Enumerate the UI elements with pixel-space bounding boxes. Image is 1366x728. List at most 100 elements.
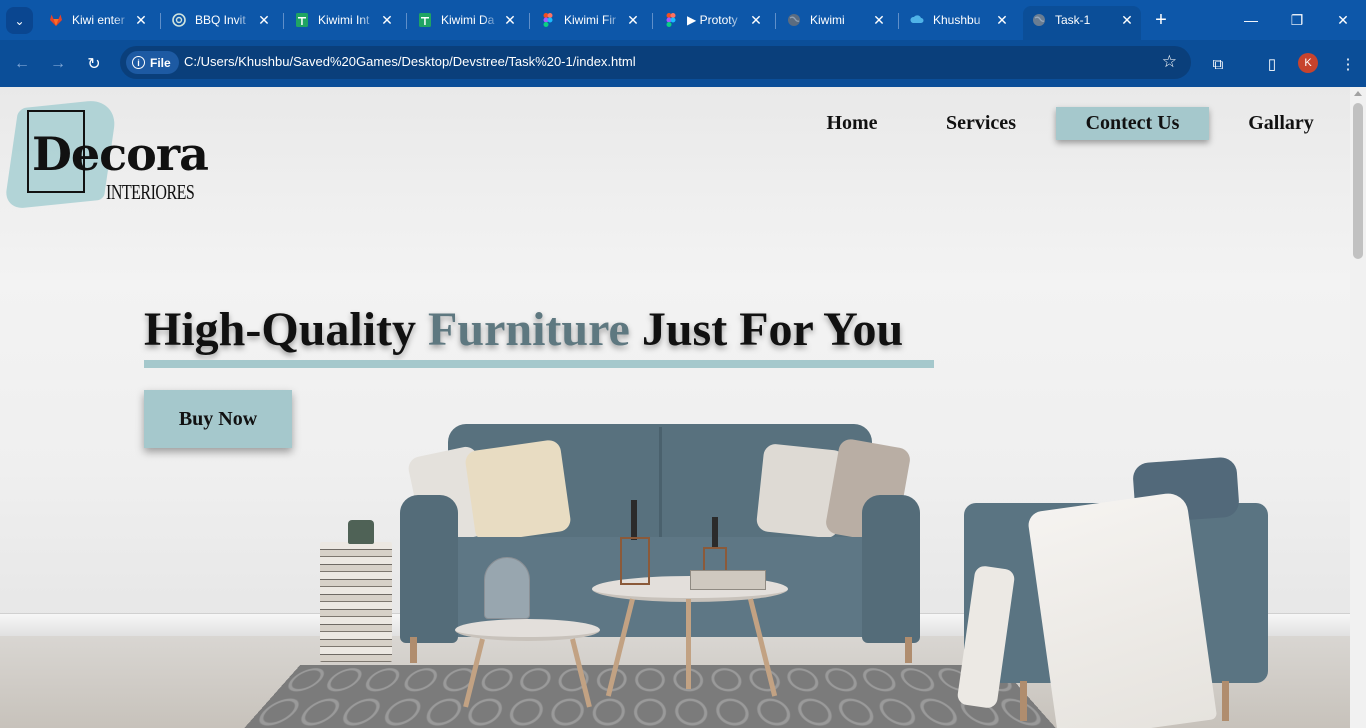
tab-task-1[interactable]: Task-1 ✕ <box>1023 6 1141 40</box>
scrollbar[interactable] <box>1350 87 1366 728</box>
globe-icon <box>786 12 802 28</box>
arrow-left-icon: ← <box>14 55 30 72</box>
candle <box>712 517 718 547</box>
nav-home[interactable]: Home <box>812 107 892 140</box>
openai-icon <box>171 12 187 28</box>
gitlab-icon <box>48 12 64 28</box>
logo-subtitle: INTERIORES <box>106 182 195 205</box>
pillow <box>464 438 572 544</box>
minimize-button[interactable]: — <box>1228 0 1274 40</box>
tab-title: Kiwimi <box>810 13 845 27</box>
tab-bbq-invite[interactable]: BBQ Invit ✕ <box>163 6 278 34</box>
more-vert-icon: ⋮ <box>1340 56 1356 73</box>
sheets-icon <box>294 12 310 28</box>
tab-kiwi-enter[interactable]: Kiwi enter ✕ <box>40 6 155 34</box>
close-icon[interactable]: ✕ <box>131 10 151 30</box>
close-icon[interactable]: ✕ <box>992 10 1012 30</box>
sofa-leg <box>905 637 912 663</box>
hero-title-part2: Just For You <box>629 303 904 356</box>
chip-label: File <box>150 55 171 70</box>
tab-title: Khushbu <box>933 13 981 27</box>
sheets-icon <box>417 12 433 28</box>
plus-icon: + <box>1155 8 1167 31</box>
nav-services[interactable]: Services <box>932 107 1030 140</box>
table-leg <box>686 599 691 689</box>
side-table <box>455 619 600 641</box>
close-icon[interactable]: ✕ <box>746 10 766 30</box>
close-icon[interactable]: ✕ <box>869 10 889 30</box>
restore-icon: ❐ <box>1290 11 1304 28</box>
sofa-arm <box>862 495 920 643</box>
restore-button[interactable]: ❐ <box>1274 0 1320 40</box>
close-icon[interactable]: ✕ <box>623 10 643 30</box>
tab-strip: ⌄ Kiwi enter ✕ BBQ Invit ✕ Kiwimi Int ✕ … <box>0 0 1366 40</box>
tab-title: Task-1 <box>1055 13 1091 27</box>
close-icon[interactable]: ✕ <box>500 10 520 30</box>
tab-prototype[interactable]: ▶ Prototy ✕ <box>655 6 770 34</box>
tab-title: Kiwi enter <box>72 13 125 27</box>
tab-title: Kiwimi Da <box>441 13 495 27</box>
throw-blanket <box>1026 490 1218 728</box>
rug <box>234 665 1066 728</box>
tab-kiwimi-fir[interactable]: Kiwimi Fir ✕ <box>532 6 647 34</box>
close-icon: ✕ <box>1337 11 1349 28</box>
buy-now-button[interactable]: Buy Now <box>144 390 292 448</box>
jar <box>348 520 374 544</box>
url-text[interactable]: C:/Users/Khushbu/Saved%20Games/Desktop/D… <box>184 54 636 69</box>
tab-search-button[interactable]: ⌄ <box>6 7 33 34</box>
browser-toolbar: ← → ↻ i File C:/Users/Khushbu/Saved%20Ga… <box>0 40 1366 87</box>
close-icon[interactable]: ✕ <box>1117 10 1137 30</box>
address-bar[interactable]: i File C:/Users/Khushbu/Saved%20Games/De… <box>120 46 1191 79</box>
forward-button[interactable]: → <box>45 51 71 77</box>
globe-icon <box>1031 12 1047 28</box>
chair-leg <box>1020 681 1027 721</box>
chair-leg <box>1222 681 1229 721</box>
close-icon[interactable]: ✕ <box>377 10 397 30</box>
reload-icon: ↻ <box>87 56 101 73</box>
figma-icon <box>663 12 679 28</box>
logo-wordmark: Decora <box>32 127 209 181</box>
close-window-button[interactable]: ✕ <box>1320 0 1366 40</box>
site-info-chip[interactable]: i File <box>126 51 179 74</box>
nav-gallery[interactable]: Gallary <box>1237 107 1325 140</box>
cloud-icon <box>909 12 925 28</box>
reload-button[interactable]: ↻ <box>81 51 107 77</box>
hero-underline <box>144 360 934 368</box>
tab-title: Kiwimi Fir <box>564 13 616 27</box>
star-icon[interactable]: ☆ <box>1162 52 1177 72</box>
back-button[interactable]: ← <box>9 51 35 77</box>
tab-title: BBQ Invit <box>195 13 246 27</box>
hero-title-part1: High-Quality <box>144 303 429 356</box>
hero-title-accent: Furniture <box>428 303 630 356</box>
candle <box>631 500 637 540</box>
scroll-thumb[interactable] <box>1353 103 1363 259</box>
sofa-leg <box>410 637 417 663</box>
menu-button[interactable]: ⋮ <box>1336 52 1360 76</box>
puzzle-icon: ⧉ <box>1212 55 1224 73</box>
tab-khushbu[interactable]: Khushbu ✕ <box>901 6 1016 34</box>
tab-kiwimi[interactable]: Kiwimi ✕ <box>778 6 893 34</box>
tab-kiwimi-int[interactable]: Kiwimi Int ✕ <box>286 6 401 34</box>
avatar[interactable]: K <box>1298 53 1318 73</box>
hero-title: High-Quality Furniture Just For You <box>144 302 903 357</box>
close-icon[interactable]: ✕ <box>254 10 274 30</box>
scroll-up-arrow-icon[interactable] <box>1354 91 1362 96</box>
glass-dome <box>484 557 530 619</box>
nav-contact-us[interactable]: Contect Us <box>1056 107 1209 140</box>
info-icon: i <box>132 56 145 69</box>
book <box>690 570 766 590</box>
extensions-button[interactable]: ⧉ <box>1206 52 1230 76</box>
site-logo[interactable]: Decora INTERIORES <box>3 97 210 210</box>
figma-icon <box>540 12 556 28</box>
lantern <box>620 537 650 585</box>
chevron-down-icon: ⌄ <box>14 13 25 28</box>
book-stack <box>320 542 392 662</box>
arrow-right-icon: → <box>50 55 66 72</box>
sofa-seam <box>659 427 662 547</box>
page-viewport: Decora INTERIORES Home Services Contect … <box>0 87 1350 728</box>
tab-title: Kiwimi Int <box>318 13 370 27</box>
tab-kiwimi-da[interactable]: Kiwimi Da ✕ <box>409 6 524 34</box>
new-tab-button[interactable]: + <box>1150 9 1172 31</box>
sofa-arm <box>400 495 458 643</box>
side-panel-button[interactable]: ▯ <box>1260 52 1284 76</box>
